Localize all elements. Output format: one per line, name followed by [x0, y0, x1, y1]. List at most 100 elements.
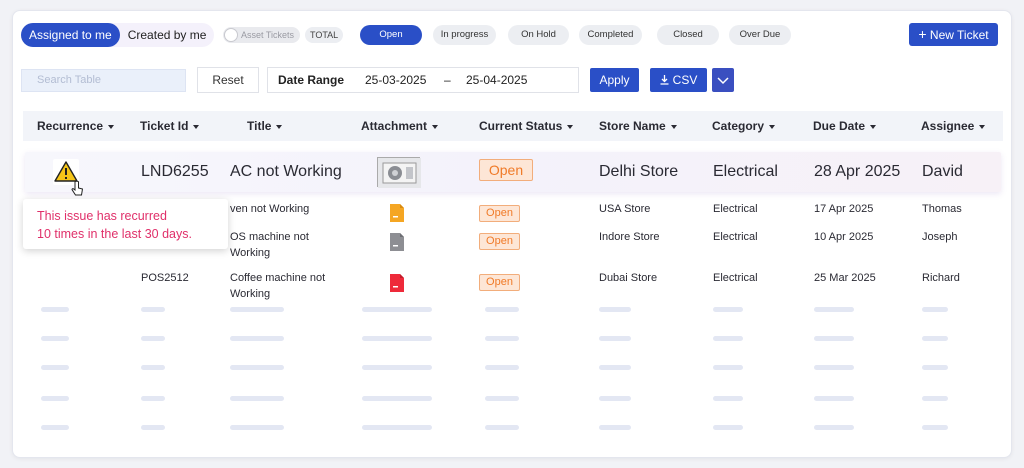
status-pill-open[interactable]: Open [360, 25, 422, 45]
skeleton-bar [362, 307, 432, 312]
reset-button[interactable]: Reset [197, 67, 259, 93]
date-from-value[interactable]: 25-03-2025 [365, 68, 426, 92]
ticket-title-line1[interactable]: OS machine not [230, 230, 309, 245]
file-gray-icon[interactable] [390, 233, 404, 251]
apply-button[interactable]: Apply [590, 68, 639, 92]
file-red-icon[interactable] [390, 274, 404, 292]
sort-caret-icon [769, 124, 776, 129]
store-name: Indore Store [599, 231, 660, 243]
category: Electrical [713, 163, 778, 180]
col-current-status[interactable]: Current Status [479, 111, 574, 141]
skeleton-bar [41, 425, 69, 430]
status-pill-closed[interactable]: Closed [657, 25, 719, 45]
ticket-title[interactable]: ven not Working [230, 202, 309, 217]
skeleton-bar [713, 336, 743, 341]
export-dropdown-button[interactable] [712, 68, 734, 92]
skeleton-bar [230, 307, 284, 312]
col-store-name[interactable]: Store Name [599, 111, 677, 141]
store-name: Delhi Store [599, 163, 679, 180]
chevron-down-icon [717, 77, 729, 85]
status-badge: Open [479, 205, 520, 222]
sort-caret-icon [979, 124, 986, 129]
plus-icon: + [918, 26, 927, 42]
col-due-date[interactable]: Due Date [813, 111, 877, 141]
category: Electrical [713, 203, 758, 215]
skeleton-bar [141, 425, 165, 430]
skeleton-bar [599, 307, 631, 312]
skeleton-bar [814, 336, 854, 341]
sort-caret-icon [567, 124, 574, 129]
store-name: Dubai Store [599, 272, 658, 284]
ticket-title-line2[interactable]: Working [230, 246, 270, 261]
col-title[interactable]: Title [247, 111, 283, 141]
skeleton-bar [713, 396, 743, 401]
recurrence-tooltip: This issue has recurred 10 times in the … [23, 199, 228, 249]
due-date: 25 Mar 2025 [814, 272, 876, 284]
toggle-knob [224, 28, 238, 42]
col-attachment[interactable]: Attachment [361, 111, 439, 141]
ticket-title[interactable]: AC not Working [230, 162, 342, 182]
skeleton-bar [230, 396, 284, 401]
file-yellow-icon[interactable] [390, 204, 404, 222]
due-date: 28 Apr 2025 [814, 163, 901, 180]
status-pill-completed[interactable]: Completed [579, 25, 642, 45]
ticket-id[interactable]: POS2512 [141, 271, 189, 286]
sort-caret-icon [432, 124, 439, 129]
sort-caret-icon [870, 124, 877, 129]
skeleton-bar [230, 425, 284, 430]
skeleton-bar [814, 425, 854, 430]
status-pill-over-due[interactable]: Over Due [729, 25, 791, 45]
skeleton-bar [599, 365, 631, 370]
skeleton-bar [485, 336, 519, 341]
csv-export-button[interactable]: CSV [650, 68, 707, 92]
skeleton-bar [599, 336, 631, 341]
skeleton-bar [814, 396, 854, 401]
assigned-to-me-tab[interactable]: Assigned to me [21, 23, 120, 47]
status-badge: Open [479, 159, 533, 181]
date-separator: – [444, 73, 451, 87]
skeleton-bar [141, 336, 165, 341]
col-ticket-id[interactable]: Ticket Id [140, 111, 200, 141]
skeleton-bar [922, 425, 948, 430]
date-range-picker[interactable]: Date Range 25-03-2025 – 25-04-2025 [267, 67, 579, 93]
csv-label: CSV [672, 73, 698, 87]
skeleton-bar [922, 336, 948, 341]
col-recurrence[interactable]: Recurrence [37, 111, 115, 141]
category: Electrical [713, 272, 758, 284]
new-ticket-label: New Ticket [929, 28, 989, 42]
col-category[interactable]: Category [712, 111, 776, 141]
asset-tickets-toggle[interactable]: Asset Tickets [223, 27, 301, 43]
due-date: 10 Apr 2025 [814, 231, 874, 243]
ticket-title-line1[interactable]: Coffee machine not [230, 271, 325, 286]
status-badge: Open [479, 274, 520, 291]
ac-unit-image[interactable] [377, 157, 421, 188]
category: Electrical [713, 231, 758, 243]
skeleton-bar [485, 307, 519, 312]
skeleton-bar [922, 365, 948, 370]
status-pill-on-hold[interactable]: On Hold [508, 25, 569, 45]
status-pill-in-progress[interactable]: In progress [433, 25, 496, 45]
ticket-id[interactable]: LND6255 [141, 162, 209, 182]
skeleton-bar [814, 365, 854, 370]
table-header: Recurrence Ticket Id Title Attachment Cu… [23, 111, 1003, 141]
search-input[interactable]: Search Table [21, 69, 186, 92]
download-icon [660, 75, 669, 85]
skeleton-bar [713, 365, 743, 370]
skeleton-bar [485, 365, 519, 370]
ticket-title-line2[interactable]: Working [230, 287, 270, 302]
skeleton-bar [362, 365, 432, 370]
created-by-me-tab[interactable]: Created by me [120, 23, 215, 47]
assignee: Joseph [922, 231, 958, 243]
skeleton-bar [362, 425, 432, 430]
skeleton-bar [230, 336, 284, 341]
status-badge: Open [479, 233, 520, 250]
total-badge[interactable]: TOTAL [305, 27, 344, 43]
asset-tickets-label: Asset Tickets [241, 30, 295, 40]
skeleton-bar [141, 365, 165, 370]
assignment-segmented-control: Assigned to me Created by me [21, 23, 215, 47]
col-assignee[interactable]: Assignee [921, 111, 986, 141]
sort-caret-icon [108, 124, 115, 129]
new-ticket-button[interactable]: + New Ticket [909, 23, 998, 46]
skeleton-bar [41, 396, 69, 401]
date-to-value[interactable]: 25-04-2025 [466, 68, 527, 92]
